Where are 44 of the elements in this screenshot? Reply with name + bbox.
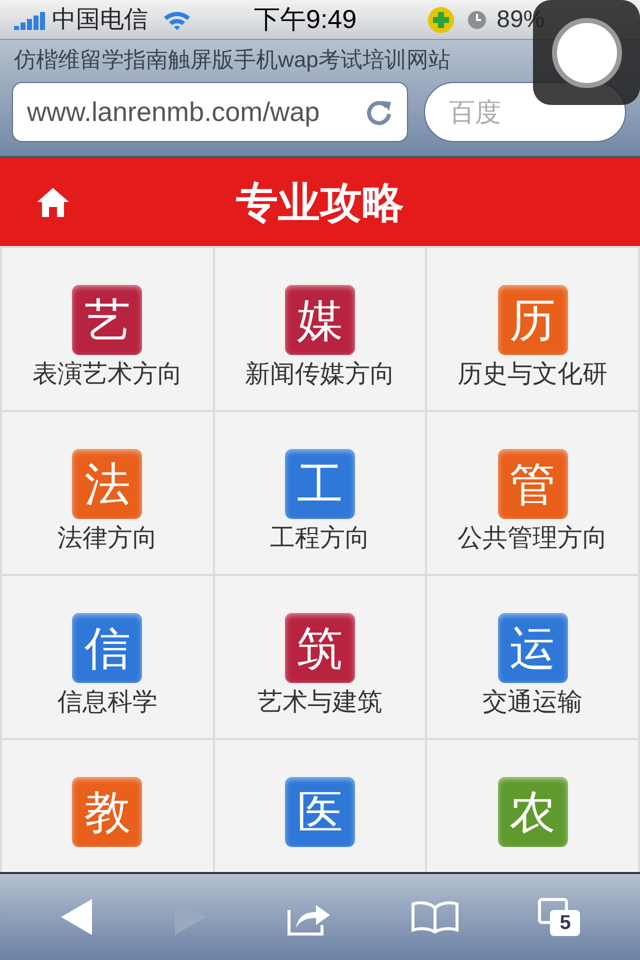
clock-time: 下午9:49 — [254, 3, 357, 36]
tabs-button[interactable]: 5 — [538, 898, 580, 936]
category-label: 新闻传媒方向 — [244, 359, 396, 389]
carrier-name: 中国电信 — [52, 4, 148, 34]
category-label: 法律方向 — [56, 523, 158, 553]
category-icon: 艺 — [72, 285, 142, 355]
category-label: 交通运输 — [482, 687, 584, 717]
category-tile[interactable]: 历 历史与文化研 — [427, 248, 638, 410]
category-icon: 媒 — [284, 285, 355, 355]
category-label: 历史与文化研 — [456, 359, 609, 389]
category-label: 表演艺术方向 — [31, 359, 184, 389]
category-icon: 法 — [72, 449, 142, 519]
category-tile[interactable]: 运 交通运输 — [427, 576, 638, 738]
category-tile[interactable]: 医 — [214, 740, 426, 872]
category-label: 艺术与建筑 — [256, 687, 384, 717]
signal-icon — [14, 10, 46, 30]
page-title: 仿楷维留学指南触屏版手机wap考试培训网站 — [14, 46, 450, 74]
category-tile[interactable]: 信 信息科学 — [2, 576, 213, 738]
category-tile[interactable]: 工 工程方向 — [214, 412, 426, 574]
category-tile[interactable]: 艺 表演艺术方向 — [2, 248, 213, 410]
home-icon[interactable] — [36, 186, 70, 218]
category-icon: 信 — [72, 613, 142, 683]
category-tile[interactable]: 媒 新闻传媒方向 — [214, 248, 426, 410]
category-icon: 农 — [498, 777, 568, 847]
clock-icon — [466, 10, 487, 30]
category-tile[interactable]: 管 公共管理方向 — [427, 412, 638, 574]
category-icon: 管 — [498, 449, 568, 519]
plus-badge-icon — [426, 6, 455, 34]
category-icon: 历 — [498, 285, 568, 355]
header-title: 专业攻略 — [236, 178, 404, 228]
category-icon: 工 — [284, 449, 355, 519]
category-icon: 医 — [284, 777, 355, 847]
category-icon: 教 — [72, 777, 142, 847]
category-icon: 筑 — [284, 613, 355, 683]
category-tile[interactable]: 法 法律方向 — [2, 412, 213, 574]
bookmarks-icon[interactable] — [411, 900, 460, 934]
category-icon: 运 — [498, 613, 568, 683]
address-field[interactable]: www.lanrenmb.com/wap — [12, 82, 408, 142]
reload-icon[interactable] — [365, 98, 393, 126]
category-label: 公共管理方向 — [456, 523, 609, 553]
category-tile[interactable]: 筑 艺术与建筑 — [214, 576, 426, 738]
category-label: 工程方向 — [268, 523, 371, 553]
category-label: 信息科学 — [56, 687, 158, 717]
back-icon[interactable] — [60, 898, 94, 936]
